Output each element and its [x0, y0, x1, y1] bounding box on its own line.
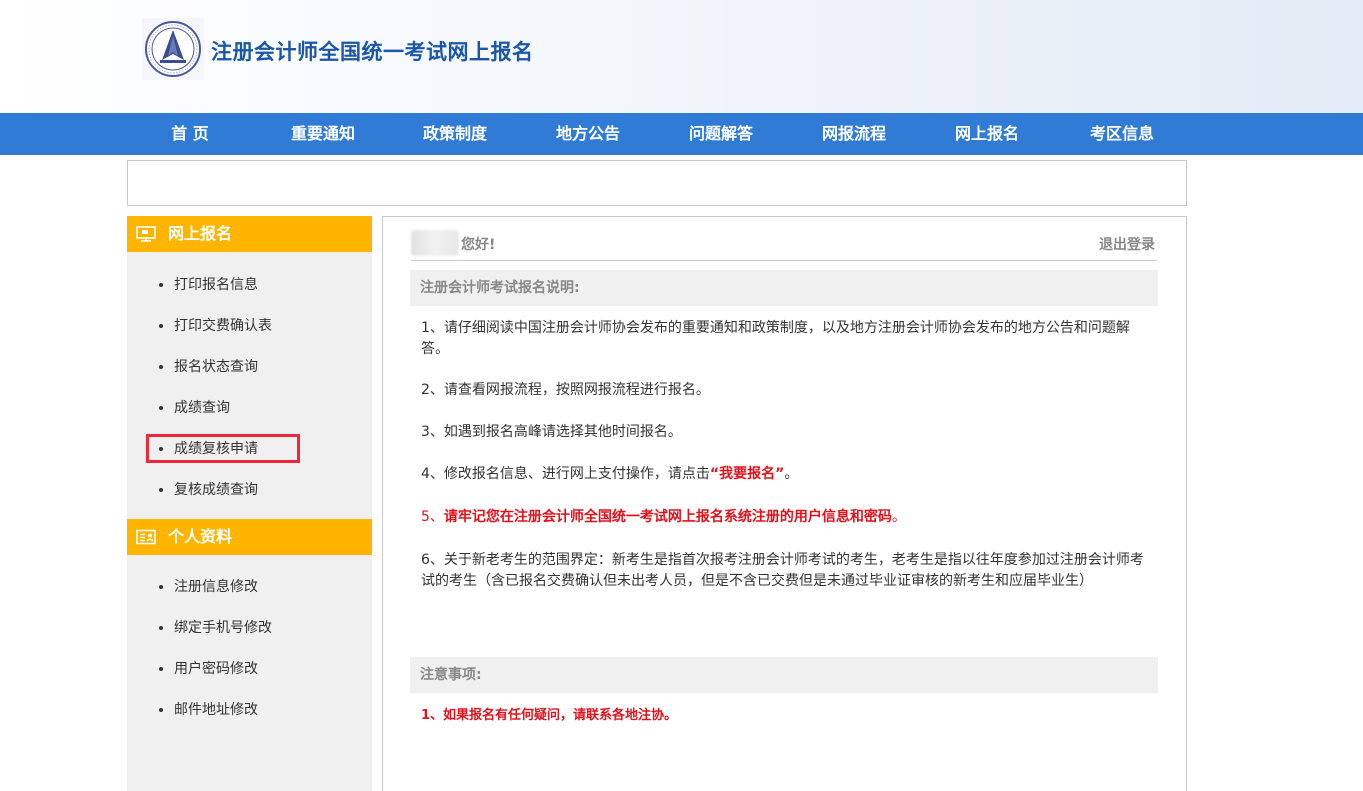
sidebar-item-review-score-query[interactable]: 复核成绩查询 — [157, 479, 258, 499]
sidebar-section-title: 网上报名 — [168, 224, 233, 243]
sidebar-item-edit-registration-info[interactable]: 注册信息修改 — [157, 576, 258, 596]
greeting-text: 您好! — [461, 237, 496, 253]
sidebar-item-print-payment-confirmation[interactable]: 打印交费确认表 — [157, 315, 272, 335]
bullet — [159, 626, 163, 630]
nav-exam-area-info[interactable]: 考区信息 — [1090, 113, 1154, 155]
sidebar-item-label: 报名状态查询 — [174, 359, 258, 375]
sidebar: 网上报名 打印报名信息 打印交费确认表 报名状态查询 成绩查询 成绩复核申请 复… — [127, 216, 372, 791]
sidebar-item-label: 复核成绩查询 — [174, 482, 258, 498]
instruction-3: 3、如遇到报名高峰请选择其他时间报名。 — [421, 424, 682, 440]
bullet — [159, 406, 163, 410]
nav-policies[interactable]: 政策制度 — [423, 113, 487, 155]
instruction-6: 6、关于新老考生的范围界定：新考生是指首次报考注册会计师考试的考生，老考生是指以… — [421, 552, 1144, 589]
sidebar-item-label: 绑定手机号修改 — [174, 620, 272, 636]
instruction-4: 4、修改报名信息、进行网上支付操作，请点击“我要报名”。 — [421, 464, 1149, 485]
instruction-5-suffix: 。 — [891, 509, 906, 525]
cicpa-seal-logo-icon[interactable] — [142, 18, 204, 80]
instruction-2: 2、请查看网报流程，按照网报流程进行报名。 — [421, 382, 710, 398]
instructions-title-bar: 注册会计师考试报名说明: — [410, 270, 1158, 306]
instruction-4-suffix: 。 — [784, 466, 799, 482]
sidebar-section-personal-info: 个人资料 — [127, 519, 372, 555]
register-link[interactable]: “我要报名” — [710, 466, 784, 482]
site-header: 注册会计师全国统一考试网上报名 — [0, 0, 1363, 113]
notes-title-bar: 注意事项: — [410, 657, 1158, 693]
nav-home[interactable]: 首 页 — [171, 113, 209, 155]
nav-registration-process[interactable]: 网报流程 — [822, 113, 886, 155]
id-card-icon — [136, 529, 156, 545]
bullet — [159, 708, 163, 712]
blurred-username — [411, 230, 459, 256]
bullet — [159, 585, 163, 589]
sidebar-item-registration-status[interactable]: 报名状态查询 — [157, 356, 258, 376]
instruction-5: 5、请牢记您在注册会计师全国统一考试网上报名系统注册的用户信息和密码。 — [421, 507, 1149, 528]
highlight-annotation-box — [146, 434, 300, 463]
greeting-row: 您好! 退出登录 — [411, 227, 1157, 261]
banner-box — [127, 160, 1187, 206]
sidebar-item-label: 成绩查询 — [174, 400, 230, 416]
sidebar-section-online-registration: 网上报名 — [127, 216, 372, 252]
nav-important-notices[interactable]: 重要通知 — [291, 113, 355, 155]
bullet — [159, 324, 163, 328]
bullet — [159, 488, 163, 492]
instruction-4-text: 4、修改报名信息、进行网上支付操作，请点击 — [421, 466, 710, 482]
sidebar-item-label: 打印报名信息 — [174, 277, 258, 293]
monitor-icon — [136, 226, 156, 242]
sidebar-item-label: 用户密码修改 — [174, 661, 258, 677]
instruction-5-warning: 请牢记您在注册会计师全国统一考试网上报名系统注册的用户信息和密码 — [443, 509, 892, 525]
sidebar-item-change-password[interactable]: 用户密码修改 — [157, 658, 258, 678]
sidebar-item-label: 注册信息修改 — [174, 579, 258, 595]
instruction-1: 1、请仔细阅读中国注册会计师协会发布的重要通知和政策制度，以及地方注册会计师协会… — [421, 320, 1130, 357]
bullet — [159, 365, 163, 369]
site-title: 注册会计师全国统一考试网上报名 — [211, 40, 534, 64]
main-panel: 您好! 退出登录 注册会计师考试报名说明: 1、请仔细阅读中国注册会计师协会发布… — [382, 216, 1187, 791]
sidebar-item-score-query[interactable]: 成绩查询 — [157, 397, 230, 417]
nav-local-announcements[interactable]: 地方公告 — [556, 113, 620, 155]
main-nav: 首 页 重要通知 政策制度 地方公告 问题解答 网报流程 网上报名 考区信息 — [0, 113, 1363, 155]
sidebar-section-title: 个人资料 — [168, 527, 233, 546]
nav-online-registration[interactable]: 网上报名 — [955, 113, 1019, 155]
bullet — [159, 283, 163, 287]
sidebar-item-label: 打印交费确认表 — [174, 318, 272, 334]
sidebar-item-edit-bound-phone[interactable]: 绑定手机号修改 — [157, 617, 272, 637]
nav-faq[interactable]: 问题解答 — [689, 113, 753, 155]
logout-link[interactable]: 退出登录 — [1099, 234, 1155, 254]
sidebar-item-label: 邮件地址修改 — [174, 702, 258, 718]
bullet — [159, 667, 163, 671]
note-1: 1、如果报名有任何疑问，请联系各地注协。 — [421, 708, 678, 723]
instruction-5-number: 5、 — [421, 509, 444, 525]
sidebar-item-print-registration-info[interactable]: 打印报名信息 — [157, 274, 258, 294]
sidebar-item-edit-email[interactable]: 邮件地址修改 — [157, 699, 258, 719]
